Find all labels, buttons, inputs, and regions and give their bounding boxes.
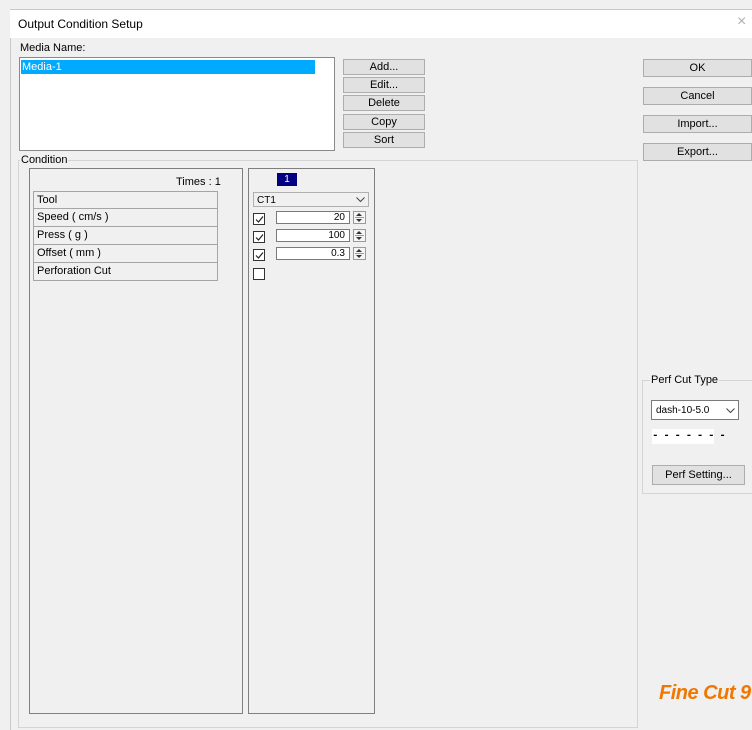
media-list[interactable]: Media-1	[19, 57, 335, 151]
perf-type-select[interactable]: dash-10-5.0	[651, 400, 739, 420]
check-icon	[255, 216, 264, 223]
row-press: Press ( g )	[33, 227, 218, 245]
perf-setting-button[interactable]: Perf Setting...	[652, 465, 745, 485]
export-button[interactable]: Export...	[643, 143, 752, 161]
perforation-checkbox[interactable]	[253, 268, 265, 280]
add-button[interactable]: Add...	[343, 59, 425, 75]
perf-cut-type-label: Perf Cut Type	[650, 374, 720, 386]
delete-button[interactable]: Delete	[343, 95, 425, 111]
chevron-down-icon	[726, 408, 735, 414]
press-checkbox[interactable]	[253, 231, 265, 243]
ok-button[interactable]: OK	[643, 59, 752, 77]
window-title: Output Condition Setup	[18, 17, 143, 31]
tool-select[interactable]: CT1	[253, 192, 369, 207]
row-offset: Offset ( mm )	[33, 245, 218, 263]
offset-checkbox[interactable]	[253, 249, 265, 261]
check-icon	[255, 234, 264, 241]
check-icon	[255, 252, 264, 259]
condition-label: Condition	[20, 154, 69, 166]
perf-preview: - - - - - - -	[652, 429, 726, 444]
edit-button[interactable]: Edit...	[343, 77, 425, 93]
speed-input[interactable]: 20	[276, 211, 350, 224]
row-perforation-cut: Perforation Cut	[33, 263, 218, 281]
times-label: Times : 1	[176, 176, 221, 188]
tool-select-value: CT1	[257, 195, 276, 206]
chevron-down-icon	[356, 197, 365, 203]
speed-spinner[interactable]	[353, 211, 366, 224]
offset-input[interactable]: 0.3	[276, 247, 350, 260]
cancel-button[interactable]: Cancel	[643, 87, 752, 105]
offset-spinner[interactable]	[353, 247, 366, 260]
row-tool: Tool	[33, 191, 218, 209]
press-input[interactable]: 100	[276, 229, 350, 242]
perf-type-value: dash-10-5.0	[656, 405, 710, 416]
close-icon[interactable]: ×	[737, 13, 746, 31]
import-button[interactable]: Import...	[643, 115, 752, 133]
speed-checkbox[interactable]	[253, 213, 265, 225]
press-spinner[interactable]	[353, 229, 366, 242]
fine-cut-logo: Fine Cut 9	[659, 682, 751, 704]
media-list-item[interactable]: Media-1	[21, 60, 315, 74]
media-name-label: Media Name:	[20, 42, 86, 54]
column-tab[interactable]: 1	[277, 173, 297, 186]
copy-button[interactable]: Copy	[343, 114, 425, 130]
row-speed: Speed ( cm/s )	[33, 209, 218, 227]
sort-button[interactable]: Sort	[343, 132, 425, 148]
